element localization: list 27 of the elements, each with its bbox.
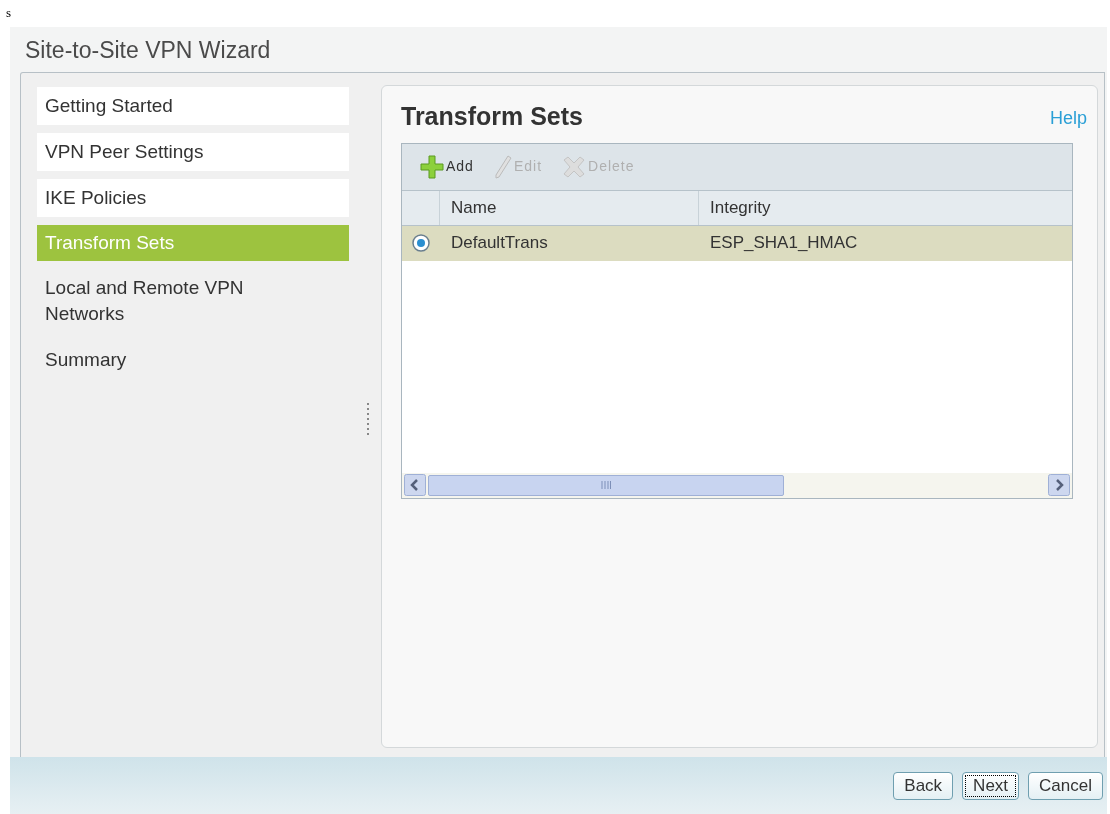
- wizard-step[interactable]: Local and Remote VPN Networks: [37, 269, 277, 333]
- cross-icon: [562, 155, 587, 178]
- radio-button[interactable]: [412, 234, 430, 252]
- pencil-icon: [493, 154, 512, 179]
- column-header[interactable]: Integrity: [699, 190, 1072, 225]
- plus-icon: [420, 154, 444, 179]
- splitter-handle-icon[interactable]: [366, 403, 370, 435]
- wizard-step[interactable]: IKE Policies: [37, 179, 349, 217]
- scroll-right-icon[interactable]: [1048, 474, 1070, 496]
- wizard-step[interactable]: VPN Peer Settings: [37, 133, 349, 171]
- wizard-button[interactable]: Cancel: [1028, 771, 1103, 800]
- wizard-step[interactable]: Summary: [37, 341, 349, 379]
- panel-title: Transform Sets: [401, 101, 583, 132]
- wizard-step[interactable]: Getting Started: [37, 87, 349, 125]
- table-cell-text: DefaultTrans: [450, 232, 549, 255]
- wizard-button[interactable]: Next: [962, 771, 1020, 800]
- window-title: Site-to-Site VPN Wizard: [24, 36, 272, 65]
- wizard-button[interactable]: Back: [893, 771, 954, 800]
- grip-icon: [601, 481, 611, 489]
- horizontal-scrollbar[interactable]: [402, 472, 1072, 498]
- table-cell-text: ESP_SHA1_HMAC: [709, 232, 859, 255]
- scroll-left-icon[interactable]: [404, 474, 426, 496]
- scroll-thumb[interactable]: [428, 474, 784, 496]
- stray-letter: s: [6, 6, 12, 19]
- add-button[interactable]: Add: [420, 154, 474, 179]
- column-header[interactable]: Name: [440, 190, 699, 225]
- table-row[interactable]: DefaultTrans ESP_SHA1_HMAC: [402, 225, 1072, 261]
